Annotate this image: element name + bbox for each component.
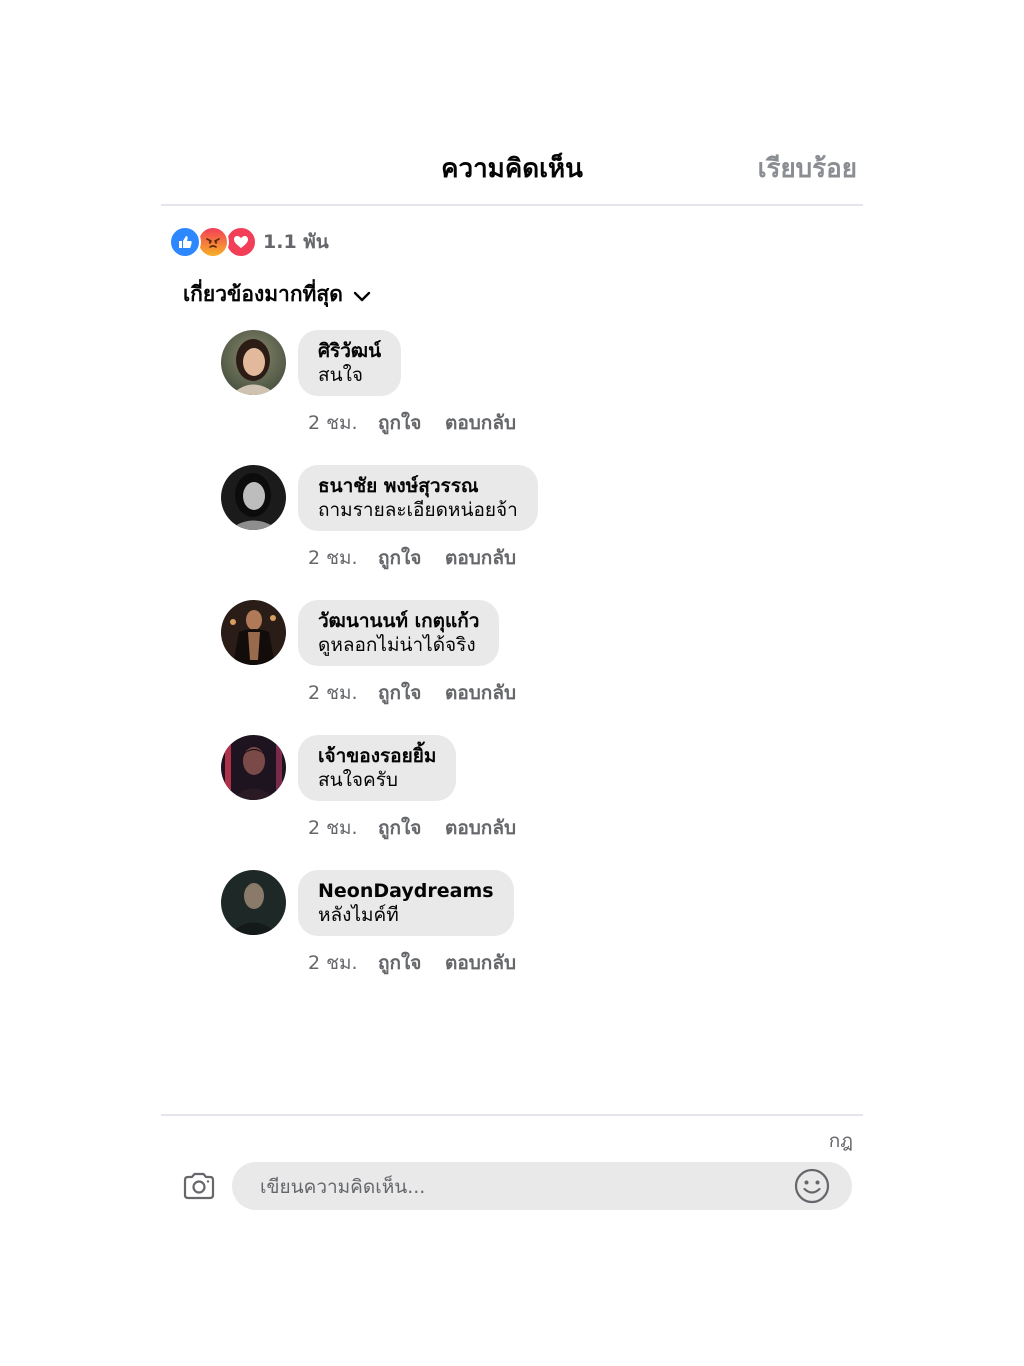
reply-button[interactable]: ตอบกลับ [445, 813, 516, 843]
comment-author[interactable]: วัฒนานนท์ เกตุแก้ว [318, 609, 479, 633]
comment-item: ศิริวัฒน์ สนใจ 2 ชม. ถูกใจ ตอบกลับ [221, 330, 821, 450]
comment-time[interactable]: 2 ชม. [308, 948, 378, 978]
like-icon [169, 226, 201, 258]
like-button[interactable]: ถูกใจ [378, 813, 445, 843]
chevron-down-icon [353, 288, 371, 307]
comment-bubble[interactable]: ศิริวัฒน์ สนใจ [298, 330, 402, 396]
comment-actions: 2 ชม. ถูกใจ ตอบกลับ [308, 678, 516, 708]
comment-actions: 2 ชม. ถูกใจ ตอบกลับ [308, 948, 516, 978]
comment-bubble[interactable]: วัฒนานนท์ เกตุแก้ว ดูหลอกไม่น่าได้จริง [298, 600, 500, 666]
comment-author[interactable]: NeonDaydreams [318, 879, 494, 903]
camera-icon[interactable] [181, 1168, 217, 1204]
sort-label: เกี่ยวข้องมากที่สุด [183, 282, 343, 306]
like-button[interactable]: ถูกใจ [378, 543, 445, 573]
avatar[interactable] [221, 870, 286, 935]
reaction-summary[interactable]: 1.1 พัน [169, 226, 329, 258]
comment-text: ดูหลอกไม่น่าได้จริง [318, 634, 476, 656]
comment-actions: 2 ชม. ถูกใจ ตอบกลับ [308, 813, 516, 843]
rules-link[interactable]: กฎ [829, 1126, 853, 1156]
comment-bubble[interactable]: NeonDaydreams หลังไมค์ที [298, 870, 514, 936]
comment-author[interactable]: เจ้าของรอยยิ้ม [318, 744, 436, 768]
comment-bubble[interactable]: เจ้าของรอยยิ้ม สนใจครับ [298, 735, 457, 801]
comment-author[interactable]: ศิริวัฒน์ [318, 339, 381, 363]
header: ความคิดเห็น เรียบร้อย [161, 140, 863, 206]
footer-divider [161, 1114, 863, 1116]
comment-item: NeonDaydreams หลังไมค์ที 2 ชม. ถูกใจ ตอบ… [221, 870, 821, 990]
done-button[interactable]: เรียบร้อย [758, 148, 857, 189]
avatar[interactable] [221, 735, 286, 800]
comment-bubble[interactable]: ธนาชัย พงษ์สุวรรณ ถามรายละเอียดหน่อยจ้า [298, 465, 538, 531]
like-button[interactable]: ถูกใจ [378, 948, 445, 978]
comment-time[interactable]: 2 ชม. [308, 678, 378, 708]
comments-panel: ความคิดเห็น เรียบร้อย 1.1 พัน เกี่ยวข้อง… [161, 0, 863, 1366]
comment-text: สนใจ [318, 364, 363, 386]
reaction-count: 1.1 พัน [263, 231, 329, 253]
reply-button[interactable]: ตอบกลับ [445, 543, 516, 573]
comment-item: เจ้าของรอยยิ้ม สนใจครับ 2 ชม. ถูกใจ ตอบก… [221, 735, 821, 855]
comment-item: ธนาชัย พงษ์สุวรรณ ถามรายละเอียดหน่อยจ้า … [221, 465, 821, 585]
comment-actions: 2 ชม. ถูกใจ ตอบกลับ [308, 543, 516, 573]
comment-input[interactable] [258, 1162, 782, 1212]
comment-time[interactable]: 2 ชม. [308, 408, 378, 438]
comment-text: ถามรายละเอียดหน่อยจ้า [318, 499, 518, 521]
comment-item: วัฒนานนท์ เกตุแก้ว ดูหลอกไม่น่าได้จริง 2… [221, 600, 821, 720]
comment-actions: 2 ชม. ถูกใจ ตอบกลับ [308, 408, 516, 438]
avatar[interactable] [221, 330, 286, 395]
like-button[interactable]: ถูกใจ [378, 678, 445, 708]
comment-text: หลังไมค์ที [318, 904, 399, 926]
avatar[interactable] [221, 465, 286, 530]
avatar[interactable] [221, 600, 286, 665]
comment-composer [232, 1162, 852, 1212]
emoji-icon[interactable] [794, 1168, 830, 1204]
comment-text: สนใจครับ [318, 769, 398, 791]
comment-time[interactable]: 2 ชม. [308, 813, 378, 843]
reply-button[interactable]: ตอบกลับ [445, 948, 516, 978]
love-icon [225, 226, 257, 258]
angry-icon [197, 226, 229, 258]
reply-button[interactable]: ตอบกลับ [445, 678, 516, 708]
like-button[interactable]: ถูกใจ [378, 408, 445, 438]
reply-button[interactable]: ตอบกลับ [445, 408, 516, 438]
comment-author[interactable]: ธนาชัย พงษ์สุวรรณ [318, 474, 518, 498]
comment-time[interactable]: 2 ชม. [308, 543, 378, 573]
sort-dropdown[interactable]: เกี่ยวข้องมากที่สุด [183, 278, 371, 311]
